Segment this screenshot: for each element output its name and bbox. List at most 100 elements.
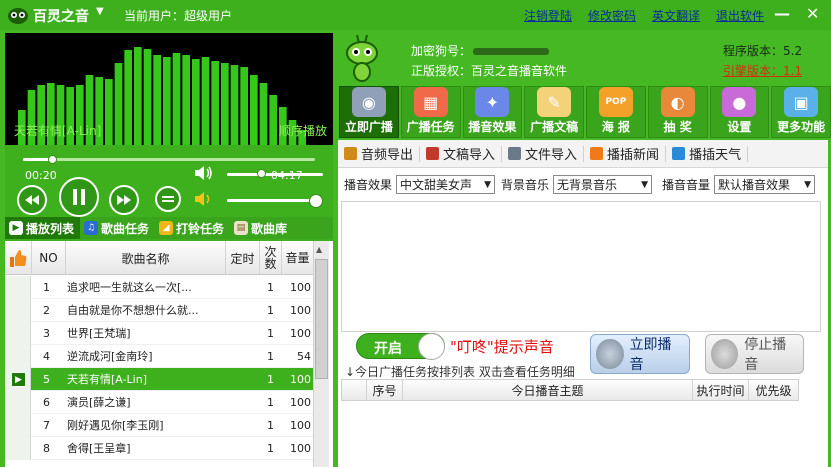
toolbar-document[interactable]: ✎ 广播文稿: [524, 86, 584, 138]
effect-select-value: 中文甜美女声: [400, 178, 473, 192]
col-song-name[interactable]: 歌曲名称: [65, 241, 225, 275]
app-menu-dropdown-icon[interactable]: ▼: [96, 6, 104, 17]
previous-button[interactable]: [17, 185, 47, 215]
scroll-thumb[interactable]: [315, 259, 328, 379]
progress-bar[interactable]: [23, 158, 315, 161]
table-row[interactable]: 8 舍得[王呈章] 1 100: [5, 437, 313, 460]
tab-playlist[interactable]: ▶ 播放列表: [5, 217, 81, 239]
col-volume[interactable]: 音量: [281, 241, 313, 275]
table-row[interactable]: 3 世界[王梵瑞] 1 100: [5, 322, 313, 345]
toolbar-label: 更多功能: [777, 120, 826, 134]
row-count: 1: [267, 303, 274, 317]
toolbar-effects[interactable]: ✦ 播音效果: [462, 86, 523, 138]
english-translate-link[interactable]: 英文翻译: [652, 7, 700, 24]
broadcast-volume-icon[interactable]: [195, 191, 213, 207]
sub-file-import-button[interactable]: 文件导入: [502, 145, 585, 163]
volume-slider[interactable]: [227, 173, 323, 176]
sub-rss-button[interactable]: 播插新闻: [584, 145, 667, 163]
row-no: 4: [43, 349, 50, 363]
volume-icon[interactable]: [195, 165, 213, 181]
sub-label: 播插天气: [689, 148, 742, 163]
task-col-priority[interactable]: 优先级: [748, 380, 798, 400]
col-timed[interactable]: 定时: [225, 241, 259, 275]
task-col-time[interactable]: 执行时间: [692, 380, 748, 400]
time-current: 00:20: [25, 169, 57, 182]
row-volume: 100: [290, 303, 311, 317]
exit-app-link[interactable]: 退出软件: [716, 7, 764, 24]
tab-song-library[interactable]: ▤ 歌曲库: [230, 217, 293, 239]
row-no: 8: [43, 441, 50, 455]
row-volume: 100: [290, 395, 311, 409]
broadcast-text-input[interactable]: [341, 201, 821, 332]
toolbar-poster[interactable]: POP 海 报: [586, 86, 646, 138]
spectrum-visualizer: 天若有情[A-Lin] 顺序播放: [5, 33, 333, 145]
task-col-subject[interactable]: 今日播音主题: [402, 380, 692, 400]
table-row[interactable]: 7 刚好遇见你[李玉刚] 1 100: [5, 414, 313, 437]
table-row[interactable]: 2 自由就是你不想想什么就... 1 100: [5, 299, 313, 322]
broadcast-settings: 播音效果 中文甜美女声 ▼ 背景音乐 无背景音乐 ▼ 播音音量 默认播音效果 ▼: [344, 175, 821, 194]
logout-link[interactable]: 注销登陆: [524, 7, 572, 24]
right-panel: 加密狗号： 正版授权：百灵之音播音软件 程序版本：5.2 引擎版本：1.1 ◉ 立…: [335, 30, 831, 467]
next-button[interactable]: [109, 185, 139, 215]
row-marker: [5, 437, 31, 460]
play-now-button[interactable]: 立即播音: [590, 334, 690, 374]
stop-broadcast-button[interactable]: 停止播音: [705, 334, 804, 374]
loop-button[interactable]: [155, 186, 181, 212]
pause-button[interactable]: [59, 177, 99, 217]
broadcast-volume-select[interactable]: 默认播音效果 ▼: [714, 175, 816, 194]
table-row[interactable]: 6 演员[薛之谦] 1 100: [5, 391, 313, 414]
minimize-button[interactable]: —: [774, 4, 790, 23]
spectrum-bar: [230, 65, 239, 145]
now-playing-indicator-icon: ▶: [11, 372, 26, 387]
next-icon: [117, 195, 131, 205]
toolbar-lottery[interactable]: ◐ 抽 奖: [647, 86, 708, 138]
col-count[interactable]: 次数: [259, 241, 281, 275]
toolbar-calendar[interactable]: ▦ 广播任务: [400, 86, 461, 138]
playlist-scrollbar[interactable]: ▲: [313, 241, 329, 467]
mascot-icon: [346, 34, 378, 82]
progress-handle[interactable]: [48, 155, 58, 164]
table-row[interactable]: 1 追求吧一生就这么一次[... 1 100: [5, 276, 313, 299]
bgm-select[interactable]: 无背景音乐 ▼: [553, 175, 653, 194]
volume-handle[interactable]: [256, 169, 266, 178]
broadcast-volume-handle[interactable]: [309, 194, 323, 208]
change-password-link[interactable]: 修改密码: [588, 7, 636, 24]
engine-version-link[interactable]: 引擎版本：1.1: [723, 62, 802, 79]
playlist-header: NO 歌曲名称 定时 次数 音量: [5, 241, 313, 275]
play-mode-toggle[interactable]: 顺序播放: [279, 122, 327, 139]
spectrum-bar: [211, 61, 219, 145]
document-icon: ✎: [537, 87, 572, 117]
info-area: 加密狗号： 正版授权：百灵之音播音软件 程序版本：5.2 引擎版本：1.1: [335, 30, 831, 86]
table-row[interactable]: ▶ 5 天若有情[A-Lin] 1 100: [5, 368, 313, 391]
table-row[interactable]: 4 逆流成河[金南玲] 1 54: [5, 345, 313, 368]
tab-bell-tasks-label: 打铃任务: [176, 221, 225, 236]
sub-weather-button[interactable]: 播插天气: [666, 145, 749, 163]
spectrum-bar: [182, 55, 190, 145]
main-toolbar: ◉ 立即广播 ▦ 广播任务 ✦ 播音效果 ✎ 广播文稿 POP 海 报 ◐ 抽 奖 ● 设置 ▣ 更多功能: [339, 86, 831, 138]
spectrum-bar: [240, 67, 248, 145]
row-count: 1: [267, 418, 274, 432]
rss-icon: [590, 147, 604, 160]
task-col-no[interactable]: 序号: [366, 380, 402, 400]
effect-select[interactable]: 中文甜美女声 ▼: [396, 175, 496, 194]
beep-toggle-label: 开启: [374, 341, 402, 357]
row-marker: [5, 345, 31, 368]
toolbar-label: 广播任务: [406, 120, 455, 134]
toolbar-speaker[interactable]: ◉ 立即广播: [339, 86, 399, 138]
toolbar-more[interactable]: ▣ 更多功能: [771, 86, 831, 138]
sub-doc-import-button[interactable]: 文稿导入: [420, 145, 503, 163]
playlist-table: NO 歌曲名称 定时 次数 音量 1 追求吧一生就这么一次[... 1 100 2 自由就…: [5, 241, 333, 467]
chevron-down-icon: ▼: [641, 179, 649, 190]
beep-prompt-label: "叮咚"提示声音: [450, 338, 554, 356]
scroll-up-icon[interactable]: ▲: [316, 245, 322, 254]
beep-toggle[interactable]: 开启: [356, 333, 445, 360]
tab-bell-tasks[interactable]: ◢ 打铃任务: [155, 217, 230, 239]
sub-audio-export-button[interactable]: 音频导出: [338, 145, 421, 163]
current-user-label: 当前用户：超级用户: [124, 9, 233, 23]
toolbar-settings[interactable]: ● 设置: [709, 86, 770, 138]
effects-icon: ✦: [475, 87, 510, 117]
row-song-name: 逆流成河[金南玲]: [67, 350, 153, 363]
close-button[interactable]: ✕: [806, 4, 819, 23]
col-no[interactable]: NO: [31, 241, 65, 275]
tab-song-tasks[interactable]: ♫ 歌曲任务: [80, 217, 155, 239]
